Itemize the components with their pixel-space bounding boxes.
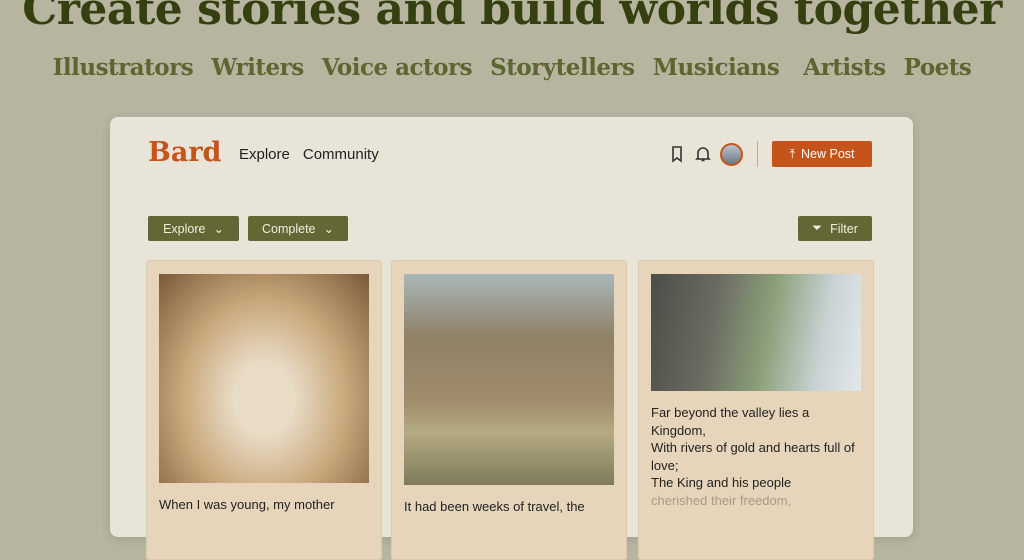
- app-window: Bard Explore Community ⤒ New Post Explore…: [110, 117, 913, 560]
- filter-label: Filter: [830, 221, 858, 236]
- bookmark-icon[interactable]: [668, 145, 686, 163]
- role-voice-actors: Voice actors: [321, 54, 473, 81]
- card-image: [159, 274, 369, 483]
- divider: [757, 141, 758, 167]
- role-musicians: Musicians: [652, 54, 780, 81]
- card-text: Far beyond the valley lies a Kingdom, Wi…: [651, 404, 865, 509]
- poem-line-faded: cherished their freedom,: [651, 492, 792, 508]
- chevron-down-icon: ⌄: [323, 222, 334, 236]
- card-image: [651, 274, 861, 391]
- complete-label: Complete: [262, 221, 316, 236]
- role-illustrators: Illustrators: [52, 54, 194, 81]
- poem-line: Far beyond the valley lies a Kingdom,: [651, 405, 810, 438]
- nav-community[interactable]: Community: [303, 146, 379, 163]
- nav-explore[interactable]: Explore: [239, 146, 290, 163]
- avatar[interactable]: [720, 143, 743, 166]
- chevron-down-icon: ⌄: [213, 222, 224, 236]
- story-card[interactable]: When I was young, my mother: [146, 260, 382, 560]
- role-poets: Poets: [903, 54, 972, 81]
- main-nav: Explore Community: [239, 146, 379, 163]
- bell-icon[interactable]: [694, 145, 712, 163]
- complete-dropdown[interactable]: Complete ⌄: [248, 216, 348, 241]
- role-writers: Writers: [211, 54, 304, 81]
- story-card[interactable]: It had been weeks of travel, the: [391, 260, 627, 560]
- poem-line: With rivers of gold and hearts full of l…: [651, 440, 855, 473]
- upload-icon: ⤒: [789, 146, 796, 161]
- explore-label: Explore: [163, 221, 206, 236]
- filter-button[interactable]: ⏷ Filter: [798, 216, 872, 241]
- card-text: It had been weeks of travel, the: [404, 499, 585, 514]
- card-text: When I was young, my mother: [159, 497, 335, 512]
- logo[interactable]: Bard: [148, 137, 221, 168]
- new-post-button[interactable]: ⤒ New Post: [772, 141, 872, 167]
- new-post-label: New Post: [801, 147, 855, 161]
- poem-line: The King and his people: [651, 475, 792, 490]
- role-artists: Artists: [803, 54, 886, 81]
- hero-title: Create stories and build worlds together: [22, 0, 1002, 35]
- card-image: [404, 274, 614, 485]
- role-storytellers: Storytellers: [490, 54, 635, 81]
- filter-icon: ⏷: [812, 221, 823, 235]
- explore-dropdown[interactable]: Explore ⌄: [148, 216, 239, 241]
- roles-list: Illustrators Writers Voice actors Storyt…: [0, 54, 1024, 81]
- story-card[interactable]: Far beyond the valley lies a Kingdom, Wi…: [638, 260, 874, 560]
